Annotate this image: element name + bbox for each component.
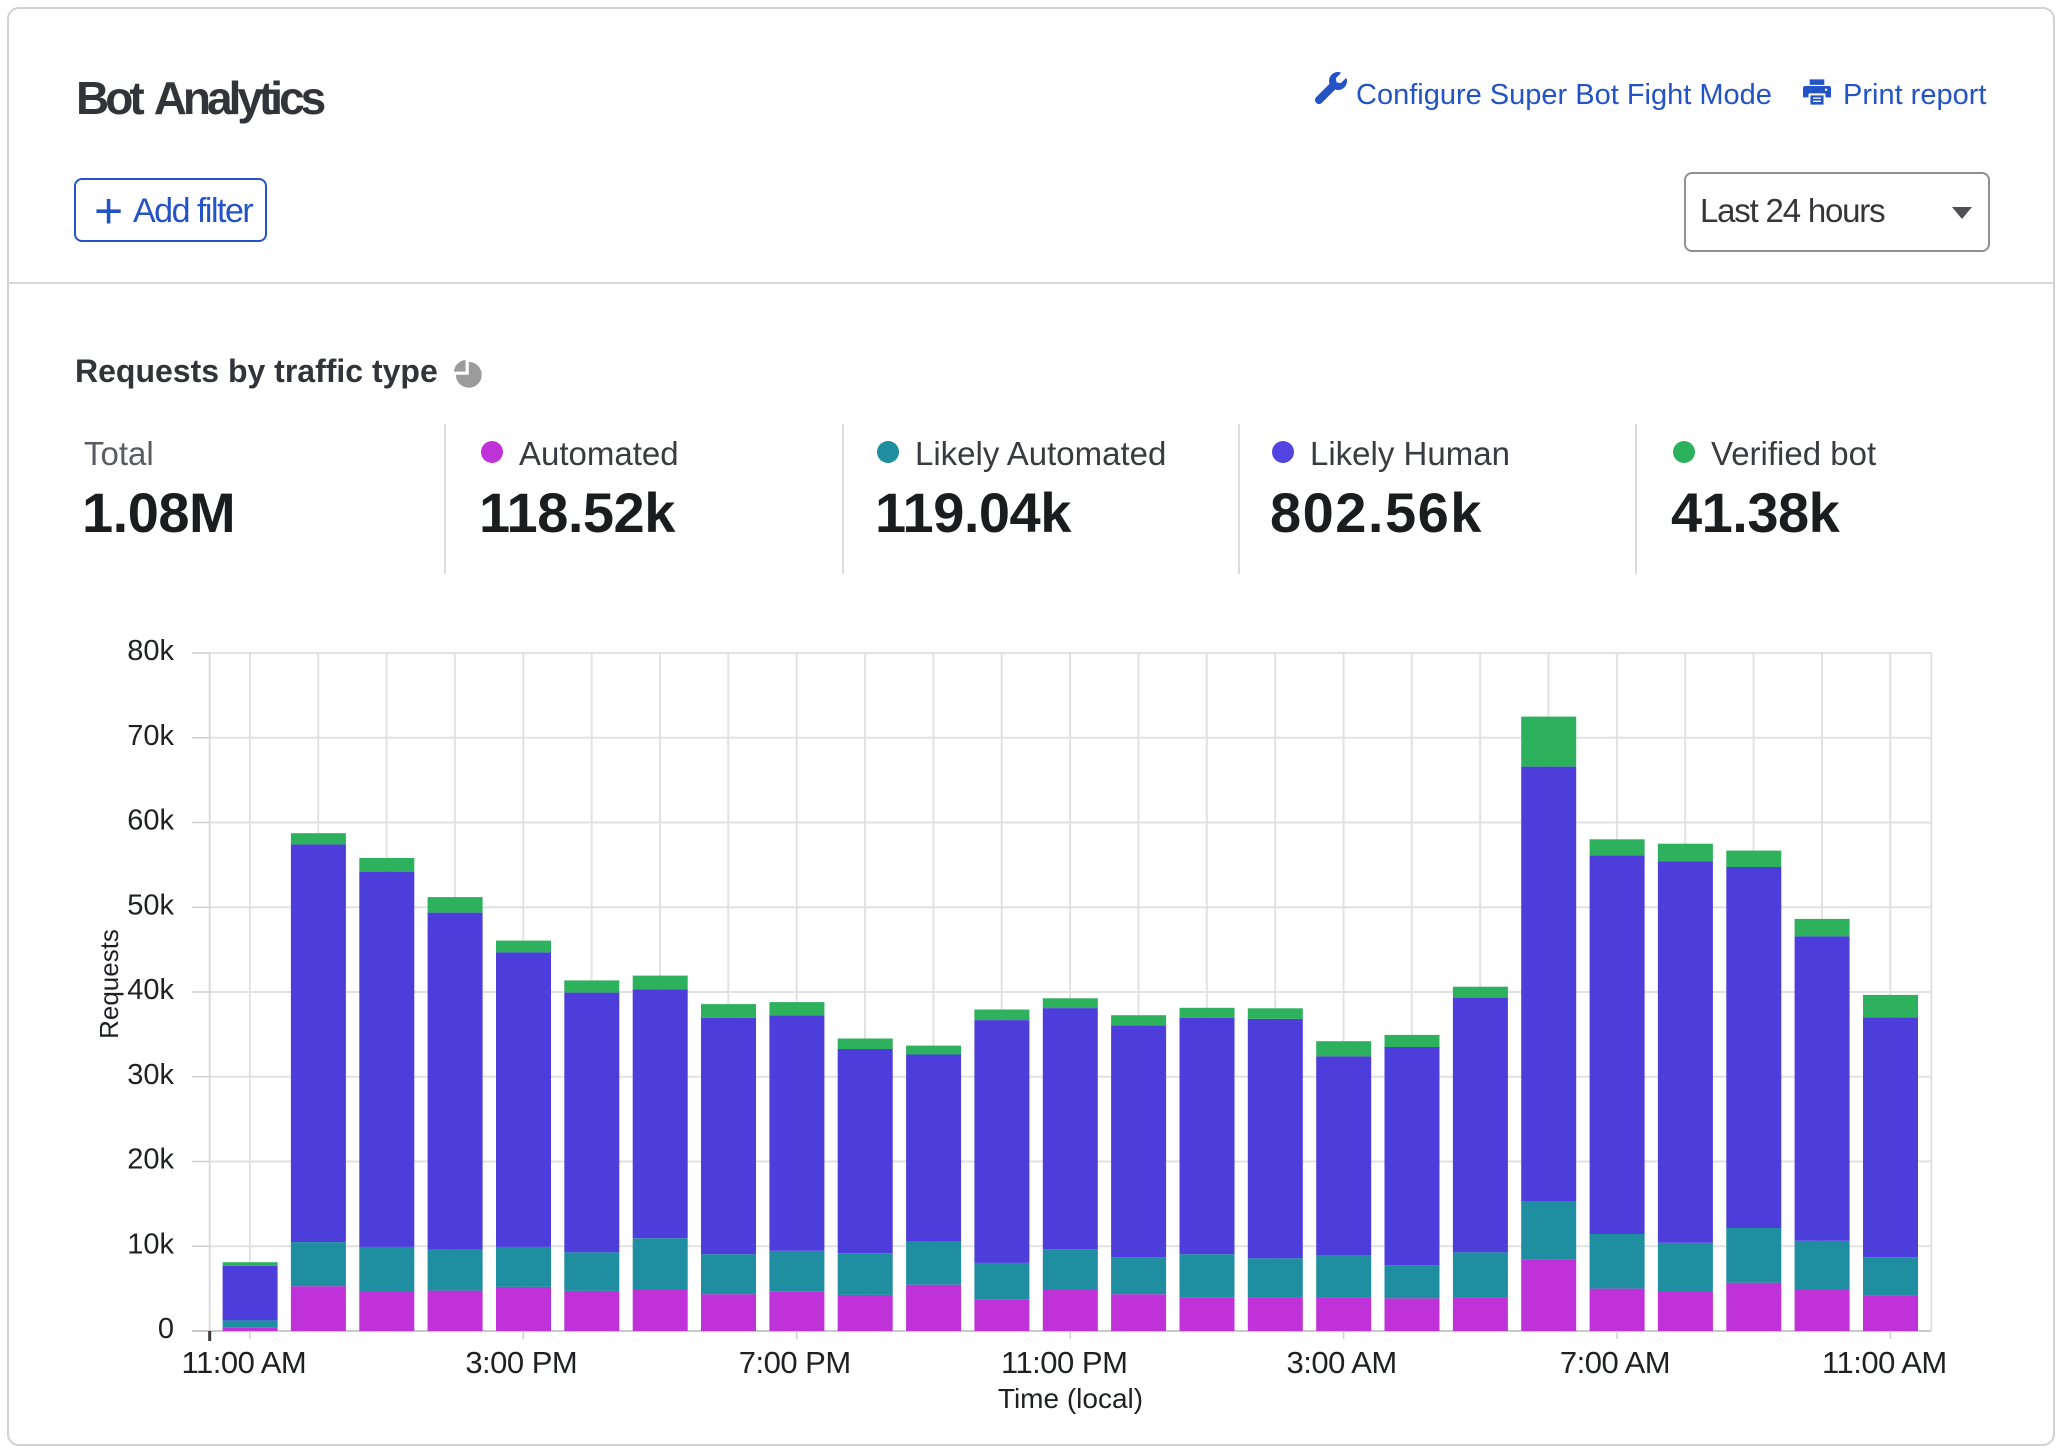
svg-text:Requests: Requests xyxy=(94,929,124,1039)
svg-text:3:00 AM: 3:00 AM xyxy=(1286,1345,1396,1380)
svg-text:50k: 50k xyxy=(127,889,174,921)
svg-text:11:00 AM: 11:00 AM xyxy=(182,1345,307,1380)
svg-text:60k: 60k xyxy=(127,805,174,837)
svg-text:0: 0 xyxy=(158,1313,174,1345)
svg-text:7:00 AM: 7:00 AM xyxy=(1560,1345,1670,1380)
svg-text:20k: 20k xyxy=(127,1144,174,1176)
svg-text:7:00 PM: 7:00 PM xyxy=(739,1345,851,1380)
svg-text:30k: 30k xyxy=(127,1059,174,1091)
svg-text:Time (local): Time (local) xyxy=(998,1383,1143,1414)
svg-text:11:00 AM: 11:00 AM xyxy=(1822,1345,1947,1380)
svg-text:70k: 70k xyxy=(127,720,174,752)
svg-text:80k: 80k xyxy=(127,635,174,667)
svg-text:40k: 40k xyxy=(127,974,174,1006)
svg-text:11:00 PM: 11:00 PM xyxy=(1001,1345,1127,1380)
svg-text:3:00 PM: 3:00 PM xyxy=(465,1345,577,1380)
svg-text:10k: 10k xyxy=(127,1228,174,1260)
